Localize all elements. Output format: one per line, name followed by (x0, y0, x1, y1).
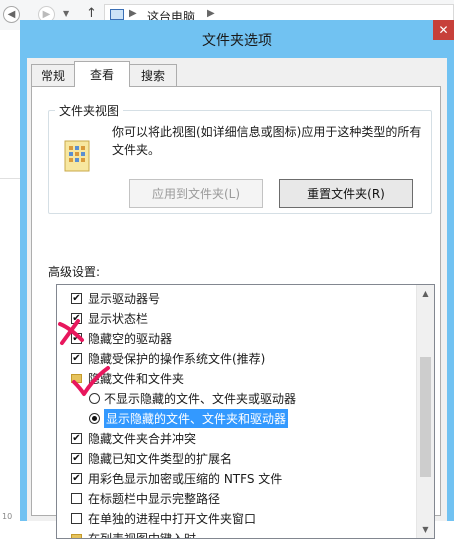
recent-locations-chevron-icon[interactable]: ▼ (63, 9, 69, 18)
tab-view[interactable]: 查看 (74, 61, 130, 87)
view-tab-panel: 文件夹视图 你可以将此视图(如详细信息或图标)应用于这种类型的所有文件夹。 应用… (31, 86, 441, 516)
list-item-label: 显示驱动器号 (88, 290, 160, 307)
folder-icon (71, 534, 82, 539)
back-arrow-icon[interactable]: ◀ (3, 6, 20, 23)
chevron-right-icon: ▶ (207, 8, 215, 19)
folder-view-description: 你可以将此视图(如详细信息或图标)应用于这种类型的所有文件夹。 (112, 123, 430, 159)
computer-icon (110, 9, 124, 20)
list-item[interactable]: 显示隐藏的文件、文件夹和驱动器 (57, 408, 419, 428)
folder-options-dialog: 文件夹选项 ✕ 常规 查看 搜索 文件夹视图 你可以将此视图(如详细 (20, 20, 454, 521)
list-item[interactable]: 在标题栏中显示完整路径 (57, 488, 419, 508)
list-item-label: 在列表视图中键入时 (88, 530, 196, 539)
checkbox[interactable]: ✔ (71, 353, 82, 364)
folder-view-title: 文件夹视图 (55, 102, 123, 119)
tab-general[interactable]: 常规 (31, 64, 75, 86)
checkbox[interactable]: ✔ (71, 433, 82, 444)
close-button[interactable]: ✕ (433, 20, 454, 40)
folder-view-icon (62, 137, 92, 175)
list-item[interactable]: ✔ 用彩色显示加密或压缩的 NTFS 文件 (57, 468, 419, 488)
annotation-cross-icon (56, 318, 86, 346)
annotation-check-icon (70, 364, 112, 398)
list-item[interactable]: 在单独的进程中打开文件夹窗口 (57, 508, 419, 528)
list-item[interactable]: ✔ 隐藏已知文件类型的扩展名 (57, 448, 419, 468)
checkbox[interactable]: ✔ (71, 453, 82, 464)
dialog-body: 常规 查看 搜索 文件夹视图 你可以将此视图(如详细信息或图标)应用于这种类型的… (27, 58, 447, 521)
checkbox[interactable]: ✔ (71, 473, 82, 484)
tab-search[interactable]: 搜索 (129, 64, 177, 86)
reset-folders-button[interactable]: 重置文件夹(R) (279, 179, 413, 208)
list-item-label: 显示隐藏的文件、文件夹和驱动器 (104, 409, 288, 428)
dialog-title: 文件夹选项 (20, 30, 454, 50)
scrollbar-thumb[interactable] (420, 357, 431, 477)
divider (0, 178, 20, 179)
apply-to-folders-button[interactable]: 应用到文件夹(L) (129, 179, 263, 208)
close-icon: ✕ (438, 23, 448, 37)
list-item-label: 用彩色显示加密或压缩的 NTFS 文件 (88, 470, 282, 487)
list-item[interactable]: ✔ 显示状态栏 (57, 308, 419, 328)
list-item[interactable]: ✔ 显示驱动器号 (57, 288, 419, 308)
checkbox[interactable] (71, 513, 82, 524)
checkbox[interactable]: ✔ (71, 293, 82, 304)
up-arrow-icon[interactable]: ↑ (86, 6, 97, 21)
scroll-down-icon[interactable]: ▼ (417, 521, 434, 538)
scroll-up-icon[interactable]: ▲ (417, 285, 434, 302)
navigation-pane (0, 30, 20, 521)
list-item-label: 在单独的进程中打开文件夹窗口 (88, 510, 256, 527)
list-item-label: 在标题栏中显示完整路径 (88, 490, 220, 507)
list-item-label: 显示状态栏 (88, 310, 148, 327)
dialog-titlebar[interactable]: 文件夹选项 ✕ (20, 20, 454, 58)
advanced-settings-label: 高级设置: (48, 263, 100, 280)
list-item-label: 隐藏空的驱动器 (88, 330, 172, 347)
checkbox[interactable] (71, 493, 82, 504)
list-item-label: 隐藏受保护的操作系统文件(推荐) (88, 350, 265, 367)
list-item[interactable]: ✔ 隐藏空的驱动器 (57, 328, 419, 348)
status-count: 10 (2, 512, 12, 521)
radio-button[interactable] (89, 413, 100, 424)
list-item-label: 隐藏文件夹合并冲突 (88, 430, 196, 447)
vertical-scrollbar[interactable]: ▲ ▼ (416, 285, 434, 538)
list-item-label: 不显示隐藏的文件、文件夹或驱动器 (104, 390, 296, 407)
advanced-settings-tree[interactable]: ✔ 显示驱动器号 ✔ 显示状态栏 ✔ 隐藏空的驱动器 ✔ 隐藏受保护的操作系统文… (56, 284, 435, 539)
chevron-right-icon: ▶ (129, 8, 137, 19)
list-item-label: 隐藏已知文件类型的扩展名 (88, 450, 232, 467)
list-item[interactable]: ✔ 隐藏文件夹合并冲突 (57, 428, 419, 448)
list-item: 在列表视图中键入时 (57, 528, 419, 539)
